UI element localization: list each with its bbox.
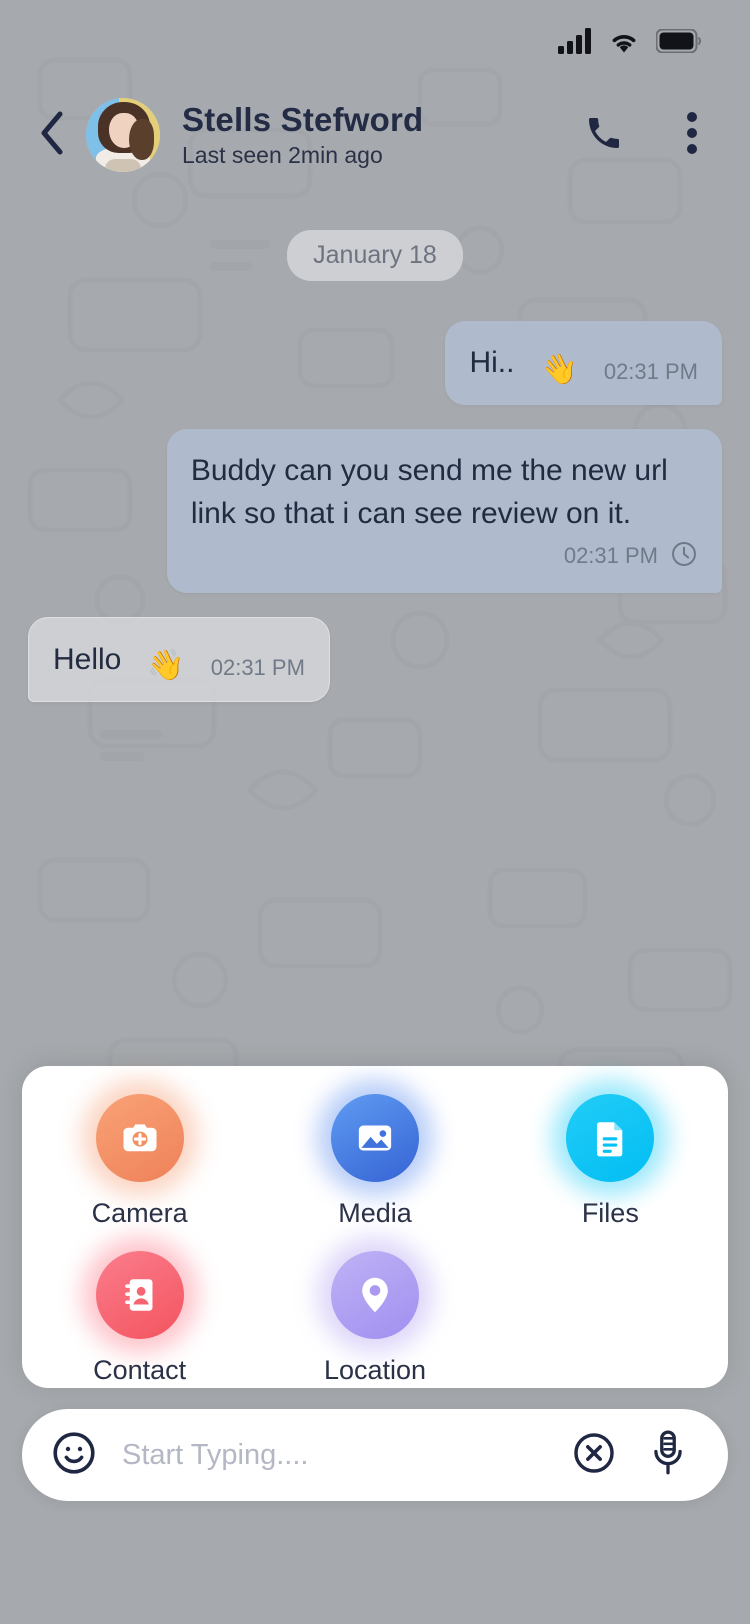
phone-icon bbox=[584, 113, 624, 158]
camera-icon bbox=[95, 1094, 184, 1182]
smiley-face-icon bbox=[50, 1429, 98, 1482]
chat-header: Stells Stefword Last seen 2min ago bbox=[0, 82, 750, 188]
message-time: 02:31 PM bbox=[603, 358, 698, 384]
attachment-option-media[interactable]: Media bbox=[257, 1094, 492, 1229]
attachment-label: Media bbox=[338, 1198, 412, 1228]
battery-full-icon bbox=[656, 29, 702, 53]
attachment-option-contact[interactable]: Contact bbox=[22, 1251, 257, 1386]
contact-info: Stells Stefword Last seen 2min ago bbox=[182, 100, 580, 168]
attachment-label: Files bbox=[581, 1198, 639, 1228]
attachment-label: Contact bbox=[93, 1355, 187, 1385]
message-text: Hello bbox=[53, 642, 122, 676]
microphone-icon bbox=[646, 1429, 690, 1482]
message-bubble-outgoing[interactable]: Buddy can you send me the new url link s… bbox=[166, 428, 722, 593]
last-seen-status: Last seen 2min ago bbox=[182, 141, 383, 168]
message-row: Buddy can you send me the new url link s… bbox=[28, 428, 722, 593]
document-icon bbox=[566, 1094, 655, 1182]
message-time: 02:31 PM bbox=[563, 543, 658, 568]
signal-bars-icon bbox=[558, 28, 592, 54]
more-options-button[interactable] bbox=[668, 111, 716, 159]
call-button[interactable] bbox=[580, 111, 628, 159]
wave-emoji-icon: 👋 bbox=[147, 649, 185, 682]
attachment-label: Location bbox=[323, 1355, 427, 1385]
message-input[interactable] bbox=[122, 1438, 546, 1472]
back-button[interactable] bbox=[30, 107, 74, 163]
attachment-option-camera[interactable]: Camera bbox=[22, 1094, 257, 1229]
date-pill-label: January 18 bbox=[287, 230, 463, 281]
message-bubble-incoming[interactable]: Hello 👋 02:31 PM bbox=[28, 616, 330, 702]
attachment-grid: Camera Media Files Contact Location bbox=[22, 1094, 728, 1386]
attachment-grid-empty-cell bbox=[493, 1251, 728, 1386]
clock-pending-icon bbox=[670, 540, 698, 573]
image-icon bbox=[330, 1094, 419, 1182]
more-vertical-icon bbox=[686, 110, 698, 161]
chat-screen: Stells Stefword Last seen 2min ago Janua… bbox=[0, 0, 750, 1624]
avatar[interactable] bbox=[86, 98, 160, 172]
message-text: Hi.. bbox=[469, 346, 515, 379]
attachment-option-files[interactable]: Files bbox=[493, 1094, 728, 1229]
date-separator: January 18 bbox=[28, 230, 722, 281]
message-composer bbox=[22, 1409, 728, 1501]
attachment-option-location[interactable]: Location bbox=[257, 1251, 492, 1386]
message-meta: 02:31 PM bbox=[211, 655, 305, 681]
status-bar bbox=[0, 0, 750, 82]
header-actions bbox=[580, 111, 716, 159]
contact-name: Stells Stefword bbox=[182, 100, 424, 138]
chevron-left-icon bbox=[38, 110, 66, 161]
close-circle-icon bbox=[571, 1430, 617, 1481]
message-bubble-outgoing[interactable]: Hi.. 👋 02:31 PM bbox=[445, 321, 722, 405]
clear-button[interactable] bbox=[568, 1429, 620, 1481]
message-row: Hi.. 👋 02:31 PM bbox=[28, 321, 722, 405]
message-meta: 02:31 PM bbox=[604, 359, 698, 385]
message-row: Hello 👋 02:31 PM bbox=[28, 616, 722, 702]
attachment-label: Camera bbox=[91, 1198, 188, 1228]
message-text: Buddy can you send me the new url link s… bbox=[190, 453, 668, 531]
attachment-sheet: Camera Media Files Contact Location bbox=[22, 1066, 728, 1388]
map-pin-icon bbox=[330, 1251, 419, 1339]
emoji-button[interactable] bbox=[48, 1429, 100, 1481]
wave-emoji-icon: 👋 bbox=[540, 352, 578, 386]
voice-record-button[interactable] bbox=[642, 1429, 694, 1481]
wifi-icon bbox=[608, 28, 640, 54]
message-meta: 02:31 PM bbox=[564, 540, 698, 573]
address-book-icon bbox=[95, 1251, 184, 1339]
message-time: 02:31 PM bbox=[210, 655, 305, 680]
